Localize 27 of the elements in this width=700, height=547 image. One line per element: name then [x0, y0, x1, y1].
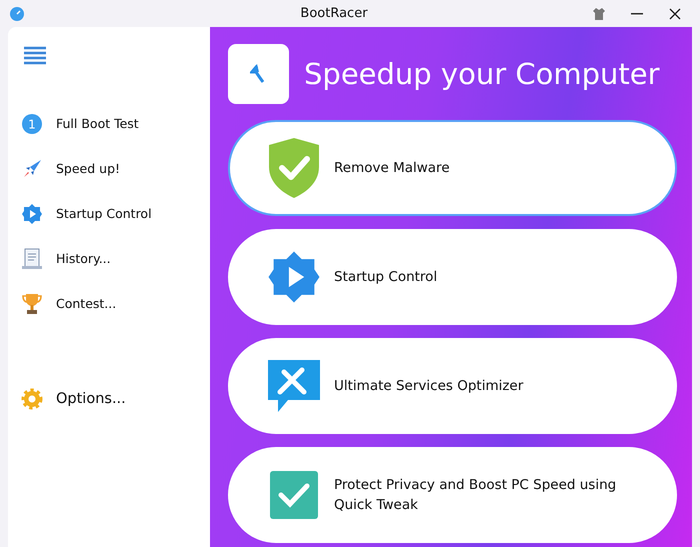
action-card[interactable]: Remove Malware — [228, 120, 677, 216]
action-card[interactable]: Protect Privacy and Boost PC Speed using Quick Tweak — [228, 447, 677, 543]
rocket-icon — [21, 158, 43, 180]
sidebar-item[interactable]: Startup Control — [18, 191, 208, 236]
shield-check-icon — [267, 137, 321, 199]
sidebar-item[interactable]: History... — [18, 236, 208, 281]
action-card[interactable]: Startup Control — [228, 229, 677, 325]
options-item[interactable]: Options... — [18, 376, 208, 421]
window-title: BootRacer — [299, 6, 369, 21]
back-button[interactable] — [228, 44, 289, 104]
document-icon — [20, 246, 44, 270]
action-card[interactable]: Ultimate Services Optimizer — [228, 338, 677, 434]
sidebar-item[interactable]: Speed up! — [18, 146, 208, 191]
sidebar-item[interactable]: Contest... — [18, 281, 208, 326]
number-icon: 1 — [21, 112, 43, 134]
gear-icon — [20, 386, 44, 410]
close-icon — [669, 8, 681, 20]
page-title: Speedup your Computer — [304, 57, 660, 91]
stopwatch-icon — [10, 6, 24, 20]
checkbox-icon — [269, 470, 319, 520]
minimize-icon — [631, 12, 643, 14]
menu-icon — [22, 45, 48, 65]
gear-play-icon — [266, 249, 322, 305]
shirt-icon — [592, 6, 606, 20]
trophy-icon — [21, 292, 43, 316]
sidebar-item[interactable]: 1 Full Boot Test — [18, 101, 208, 146]
gear-play-icon — [21, 202, 43, 224]
